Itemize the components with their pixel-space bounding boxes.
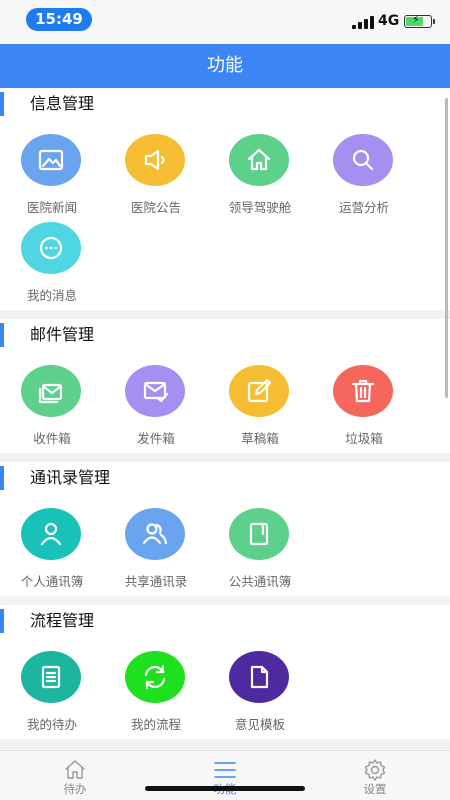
function-item-label: 医院公告 <box>130 200 181 215</box>
navigation-bar: 功能 <box>0 44 450 88</box>
function-item[interactable]: 共享通讯录 <box>104 502 208 590</box>
function-item-label: 医院新闻 <box>26 200 77 215</box>
function-item-label: 我的消息 <box>26 288 77 303</box>
section-grid: 收件箱 发件箱 草稿箱 垃圾箱 <box>0 351 450 447</box>
status-bar: 15:49 4G ⚡ <box>0 0 450 44</box>
function-item-label: 意见模板 <box>234 717 285 732</box>
people-icon <box>125 508 185 560</box>
mail-sent-icon <box>125 365 185 417</box>
function-item[interactable]: 发件箱 <box>104 359 208 447</box>
tab-bar: 待办 功能设置 <box>0 750 450 800</box>
function-item[interactable]: 我的消息 <box>0 216 104 304</box>
function-item[interactable]: 意见模板 <box>208 645 312 733</box>
section-grid: 我的待办 我的流程 意见模板 <box>0 637 450 733</box>
function-item[interactable]: 医院新闻 <box>0 128 104 216</box>
section-grid: 医院新闻 医院公告 领导驾驶舱 运营分析我的消息 <box>0 120 450 304</box>
person-icon <box>21 508 81 560</box>
function-item-label: 收件箱 <box>33 431 71 446</box>
function-item-label: 草稿箱 <box>241 431 279 446</box>
megaphone-icon <box>125 134 185 186</box>
function-item[interactable]: 我的流程 <box>104 645 208 733</box>
tab-label: 待办 <box>63 782 87 796</box>
function-item[interactable]: 草稿箱 <box>208 359 312 447</box>
section-title: 邮件管理 <box>0 319 450 351</box>
function-item[interactable]: 个人通讯簿 <box>0 502 104 590</box>
section-0: 信息管理医院新闻 医院公告 领导驾驶舱 运营分析我的消息 <box>0 88 450 310</box>
function-list[interactable]: 信息管理医院新闻 医院公告 领导驾驶舱 运营分析我的消息邮件管理收件箱 发件箱 草稿箱 垃圾… <box>0 88 450 750</box>
function-item[interactable]: 领导驾驶舱 <box>208 128 312 216</box>
book-icon <box>229 508 289 560</box>
trash-icon <box>333 365 393 417</box>
function-item-label: 公共通讯簿 <box>228 574 292 589</box>
function-item-label: 垃圾箱 <box>345 431 383 446</box>
image-icon <box>21 134 81 186</box>
section-title: 通讯录管理 <box>0 462 450 494</box>
section-title: 信息管理 <box>0 88 450 120</box>
search-icon <box>333 134 393 186</box>
function-item-label: 发件箱 <box>137 431 175 446</box>
function-item[interactable]: 运营分析 <box>312 128 416 216</box>
section-1: 邮件管理收件箱 发件箱 草稿箱 垃圾箱 <box>0 319 450 453</box>
section-grid: 个人通讯簿 共享通讯录 公共通讯簿 <box>0 494 450 590</box>
function-item-label: 我的待办 <box>26 717 77 732</box>
function-item[interactable]: 收件箱 <box>0 359 104 447</box>
home-indicator[interactable] <box>145 786 305 791</box>
tab-gear[interactable]: 设置 <box>300 751 450 800</box>
inbox-icon <box>21 365 81 417</box>
function-item[interactable]: 我的待办 <box>0 645 104 733</box>
edit-icon <box>229 365 289 417</box>
chat-icon <box>21 222 81 274</box>
section-3: 流程管理我的待办 我的流程 意见模板 <box>0 605 450 739</box>
todo-list-icon <box>21 651 81 703</box>
function-item[interactable]: 公共通讯簿 <box>208 502 312 590</box>
signal-icon <box>352 15 374 29</box>
function-item-label: 个人通讯簿 <box>20 574 84 589</box>
status-time: 15:49 <box>26 8 92 31</box>
function-item-label: 我的流程 <box>130 717 181 732</box>
function-item-label: 运营分析 <box>338 200 389 215</box>
network-type: 4G <box>378 13 400 29</box>
section-2: 通讯录管理个人通讯簿 共享通讯录 公共通讯簿 <box>0 462 450 596</box>
tab-home-outline[interactable]: 待办 <box>0 751 150 800</box>
function-item[interactable]: 垃圾箱 <box>312 359 416 447</box>
function-item[interactable]: 医院公告 <box>104 128 208 216</box>
battery-icon: ⚡ <box>404 13 432 28</box>
refresh-icon <box>125 651 185 703</box>
document-icon <box>229 651 289 703</box>
home-icon <box>229 134 289 186</box>
section-title: 流程管理 <box>0 605 450 637</box>
page-title: 功能 <box>207 55 243 76</box>
tab-menu[interactable]: 功能 <box>150 751 300 800</box>
function-item-label: 领导驾驶舱 <box>228 200 292 215</box>
scrollbar[interactable] <box>445 98 448 398</box>
function-item-label: 共享通讯录 <box>124 574 188 589</box>
tab-label: 设置 <box>363 782 387 796</box>
